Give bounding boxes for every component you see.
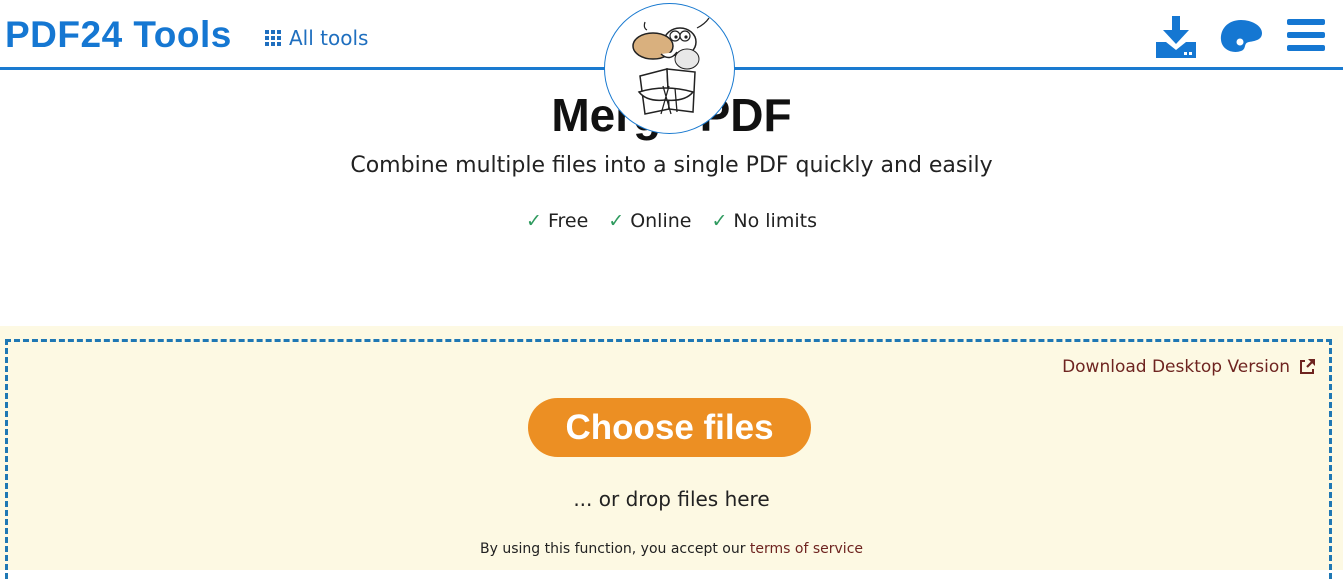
terms-notice: By using this function, you accept our t… — [0, 541, 1343, 557]
check-icon: ✓ — [608, 210, 625, 232]
download-desktop-label: Download Desktop Version — [1062, 357, 1290, 377]
mascot-logo — [604, 3, 735, 134]
palette-icon — [1220, 20, 1262, 52]
terms-prefix: By using this function, you accept our — [479, 541, 746, 557]
feature-no-limits: ✓ No limits — [711, 210, 817, 232]
download-desktop-link[interactable]: Download Desktop Version — [1062, 357, 1316, 377]
menu-button[interactable] — [1287, 17, 1325, 57]
all-tools-link[interactable]: All tools — [265, 26, 368, 50]
check-icon: ✓ — [711, 210, 728, 232]
feature-list: ✓ Free ✓ Online ✓ No limits — [0, 210, 1343, 232]
feature-online: ✓ Online — [608, 210, 691, 232]
download-button[interactable] — [1154, 14, 1198, 62]
terms-of-service-link[interactable]: terms of service — [750, 541, 863, 557]
theme-button[interactable] — [1219, 18, 1263, 58]
mascot-icon — [631, 17, 709, 115]
check-icon: ✓ — [526, 210, 542, 232]
feature-label: No limits — [733, 210, 817, 232]
download-icon — [1156, 16, 1196, 58]
menu-icon — [1287, 19, 1325, 51]
all-tools-label: All tools — [289, 26, 369, 50]
page-subtitle: Combine multiple files into a single PDF… — [350, 153, 993, 178]
brand-logo-link[interactable]: PDF24 Tools — [5, 14, 232, 56]
grid-icon — [265, 30, 281, 46]
choose-files-button[interactable]: Choose files — [528, 398, 811, 457]
feature-label: Online — [630, 210, 692, 232]
external-link-icon — [1300, 359, 1315, 374]
feature-label: Free — [547, 210, 589, 232]
feature-free: ✓ Free — [526, 210, 588, 232]
drop-files-hint: ... or drop files here — [573, 487, 770, 511]
